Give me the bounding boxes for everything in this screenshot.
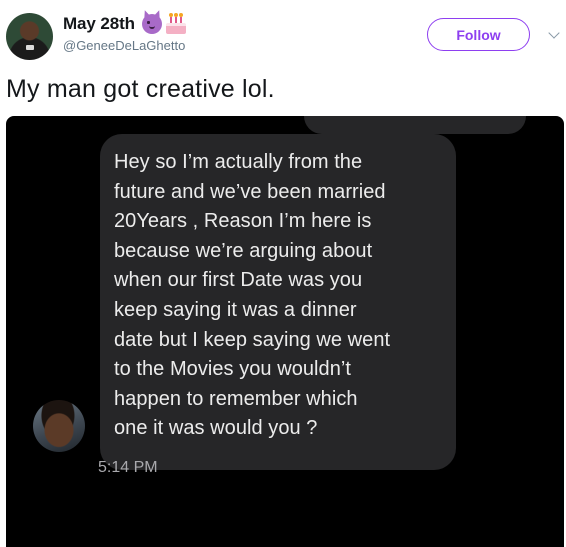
message-bubble: Hey so I’m actually from the future and … [100, 134, 456, 470]
follow-button[interactable]: Follow [427, 18, 530, 51]
tweet-text: My man got creative lol. [6, 75, 275, 103]
avatar-shirt-logo [26, 45, 34, 50]
message-text: Hey so I’m actually from the future and … [114, 151, 391, 440]
user-handle[interactable]: @GeneeDeLaGhetto [63, 38, 185, 53]
name-row: May 28th [63, 12, 187, 36]
tweet-media-screenshot[interactable]: Hey so I’m actually from the future and … [6, 116, 564, 547]
previous-message-bubble [304, 116, 526, 134]
smiling-devil-emoji-icon [141, 14, 162, 34]
message-timestamp: 5:14 PM [98, 459, 158, 476]
chevron-down-icon[interactable] [548, 27, 560, 39]
display-name[interactable]: May 28th [63, 14, 135, 34]
tweet-header: May 28th @GeneeDeLaGhetto Follow [0, 0, 566, 72]
birthday-cake-emoji-icon [165, 13, 187, 34]
user-avatar[interactable] [6, 13, 53, 60]
sender-avatar [33, 400, 85, 452]
